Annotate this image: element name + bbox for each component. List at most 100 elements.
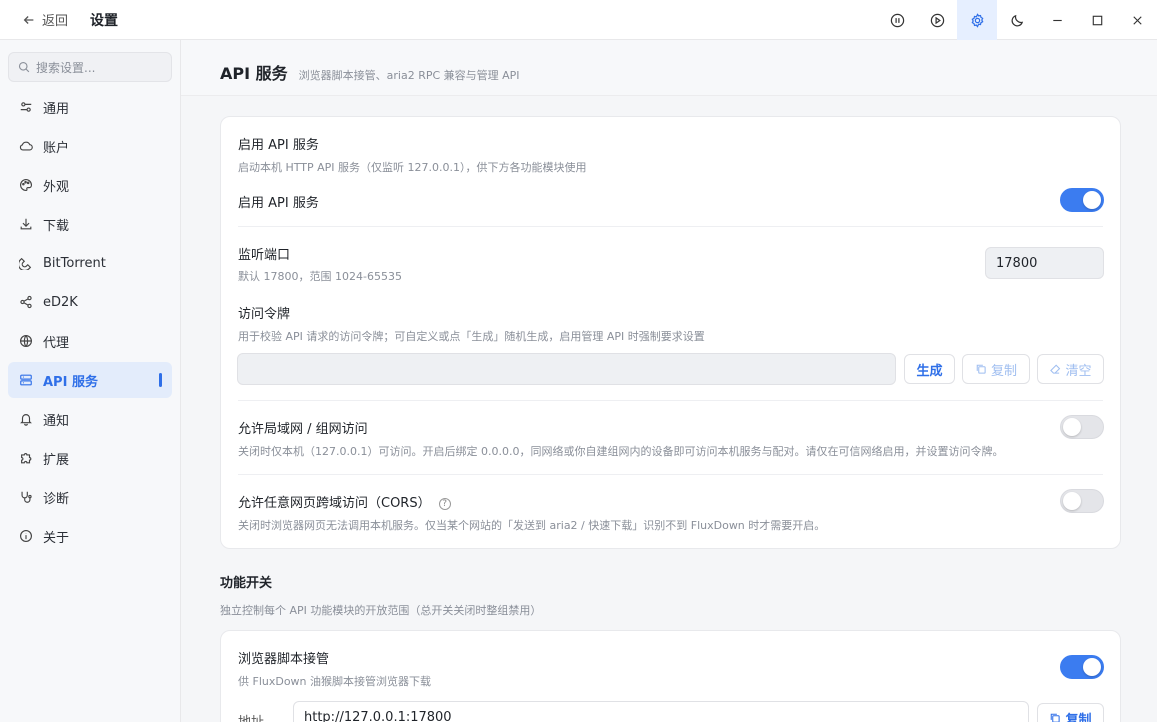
- port-title: 监听端口: [238, 248, 291, 263]
- sidebar-item-bittorrent[interactable]: BitTorrent: [8, 245, 172, 281]
- sidebar-item-label: eD2K: [43, 294, 78, 310]
- sidebar-item-label: 账户: [43, 140, 70, 156]
- enable-api-toggle-label: 启用 API 服务: [238, 196, 319, 211]
- enable-api-toggle[interactable]: [1060, 188, 1104, 212]
- enable-api-heading: 启用 API 服务: [238, 138, 319, 153]
- cors-title: 允许任意网页跨域访问（CORS）?: [238, 492, 451, 511]
- back-button[interactable]: 返回: [22, 10, 68, 29]
- generate-token-button[interactable]: 生成: [904, 354, 955, 384]
- lan-access-toggle[interactable]: [1060, 415, 1104, 439]
- share-icon: [20, 295, 32, 309]
- port-description: 默认 17800，范围 1024-65535: [238, 270, 402, 283]
- close-icon: [1132, 15, 1142, 25]
- browser-script-description: 供 FluxDown 油猴脚本接管浏览器下载: [238, 675, 432, 688]
- sidebar-item-label: 下载: [43, 218, 70, 234]
- start-all-button[interactable]: [917, 0, 957, 40]
- sidebar-item-notifications[interactable]: 通知: [8, 401, 172, 437]
- active-indicator: [159, 373, 162, 387]
- cloud-icon: [19, 141, 33, 151]
- close-button[interactable]: [1117, 0, 1157, 40]
- sidebar-item-extensions[interactable]: 扩展: [8, 440, 172, 476]
- copy-icon: [1051, 713, 1061, 722]
- maximize-button[interactable]: [1077, 0, 1117, 40]
- theme-toggle-button[interactable]: [997, 0, 1037, 40]
- lan-access-description: 关闭时仅本机（127.0.0.1）可访问。开启后绑定 0.0.0.0，同网络或你…: [238, 445, 1004, 458]
- browser-script-title: 浏览器脚本接管: [238, 652, 330, 667]
- token-title: 访问令牌: [238, 307, 291, 322]
- section-header: API 服务 浏览器脚本接管、aria2 RPC 兼容与管理 API: [181, 40, 1157, 96]
- sidebar-item-label: API 服务: [43, 374, 98, 390]
- sidebar-item-label: 通用: [43, 101, 70, 117]
- help-icon[interactable]: ?: [438, 497, 451, 510]
- settings-button[interactable]: [957, 0, 997, 40]
- address-input[interactable]: http://127.0.0.1:17800: [293, 701, 1029, 722]
- features-title: 功能开关: [220, 576, 273, 591]
- eraser-icon: [1050, 364, 1061, 374]
- token-input[interactable]: [237, 353, 896, 385]
- page-title: 设置: [90, 12, 119, 29]
- generate-label: 生成: [916, 363, 943, 379]
- palette-icon: [20, 179, 32, 191]
- titlebar-actions: [877, 0, 1157, 40]
- magnet-icon: [19, 257, 32, 270]
- back-label: 返回: [42, 14, 69, 29]
- sidebar-item-api-service[interactable]: API 服务: [8, 362, 172, 398]
- search-input[interactable]: 搜索设置...: [8, 52, 172, 82]
- search-icon: [18, 61, 30, 73]
- copy-icon: [976, 364, 986, 374]
- sidebar-item-appearance[interactable]: 外观: [8, 167, 172, 203]
- api-settings-card: 启用 API 服务 启动本机 HTTP API 服务（仅监听 127.0.0.1…: [220, 116, 1121, 549]
- section-subtitle: 浏览器脚本接管、aria2 RPC 兼容与管理 API: [298, 69, 520, 82]
- sidebar-item-proxy[interactable]: 代理: [8, 323, 172, 359]
- features-description: 独立控制每个 API 功能模块的开放范围（总开关关闭时整组禁用）: [220, 604, 542, 617]
- cors-toggle[interactable]: [1060, 489, 1104, 513]
- token-description: 用于校验 API 请求的访问令牌；可自定义或点「生成」随机生成，启用管理 API…: [238, 330, 705, 343]
- port-input[interactable]: 17800: [985, 247, 1104, 279]
- gear-icon: [971, 12, 983, 28]
- cors-description: 关闭时浏览器网页无法调用本机服务。仅当某个网站的「发送到 aria2 / 快速下…: [238, 519, 826, 532]
- puzzle-icon: [21, 453, 32, 464]
- toggle-knob: [1063, 492, 1081, 510]
- address-label: 地址: [238, 711, 264, 722]
- copy-address-button[interactable]: 复制: [1037, 703, 1104, 722]
- sidebar-item-account[interactable]: 账户: [8, 128, 172, 164]
- sidebar: 搜索设置... 通用 账户 外观 下载 BitTorrent eD2K 代理 A…: [0, 40, 181, 722]
- maximize-icon: [1092, 15, 1102, 25]
- sidebar-item-about[interactable]: 关于: [8, 518, 172, 554]
- play-circle-icon: [930, 13, 944, 27]
- clear-label: 清空: [1065, 363, 1092, 379]
- title-bar: 返回 设置: [0, 0, 1157, 40]
- divider: [238, 400, 1103, 401]
- cors-title-text: 允许任意网页跨域访问（CORS）: [238, 496, 431, 511]
- browser-script-toggle[interactable]: [1060, 655, 1104, 679]
- section-title: API 服务: [220, 64, 288, 83]
- copy-token-button[interactable]: 复制: [962, 354, 1030, 384]
- pause-circle-icon: [890, 13, 904, 27]
- sidebar-item-label: BitTorrent: [43, 255, 106, 271]
- main-content: API 服务 浏览器脚本接管、aria2 RPC 兼容与管理 API 启用 AP…: [181, 40, 1157, 722]
- sidebar-item-download[interactable]: 下载: [8, 206, 172, 242]
- search-placeholder: 搜索设置...: [36, 60, 96, 75]
- sidebar-item-ed2k[interactable]: eD2K: [8, 284, 172, 320]
- sidebar-item-label: 代理: [43, 335, 70, 351]
- toggle-knob: [1063, 418, 1081, 436]
- sidebar-item-label: 外观: [43, 179, 70, 195]
- sidebar-item-general[interactable]: 通用: [8, 89, 172, 125]
- download-icon: [20, 218, 32, 230]
- pause-all-button[interactable]: [877, 0, 917, 40]
- minimize-button[interactable]: [1037, 0, 1077, 40]
- sidebar-item-diagnostics[interactable]: 诊断: [8, 479, 172, 515]
- info-icon: [20, 530, 32, 542]
- sidebar-item-label: 关于: [43, 530, 70, 546]
- sidebar-item-label: 通知: [43, 413, 70, 429]
- clear-token-button[interactable]: 清空: [1037, 354, 1104, 384]
- copy-label: 复制: [1065, 712, 1092, 722]
- toggle-knob: [1083, 191, 1101, 209]
- arrow-left-icon: [23, 15, 34, 24]
- bell-icon: [20, 414, 32, 426]
- minimize-icon: [1052, 19, 1062, 21]
- copy-label: 复制: [990, 363, 1017, 379]
- divider: [238, 474, 1103, 475]
- sliders-icon: [20, 102, 32, 112]
- stethoscope-icon: [21, 491, 32, 503]
